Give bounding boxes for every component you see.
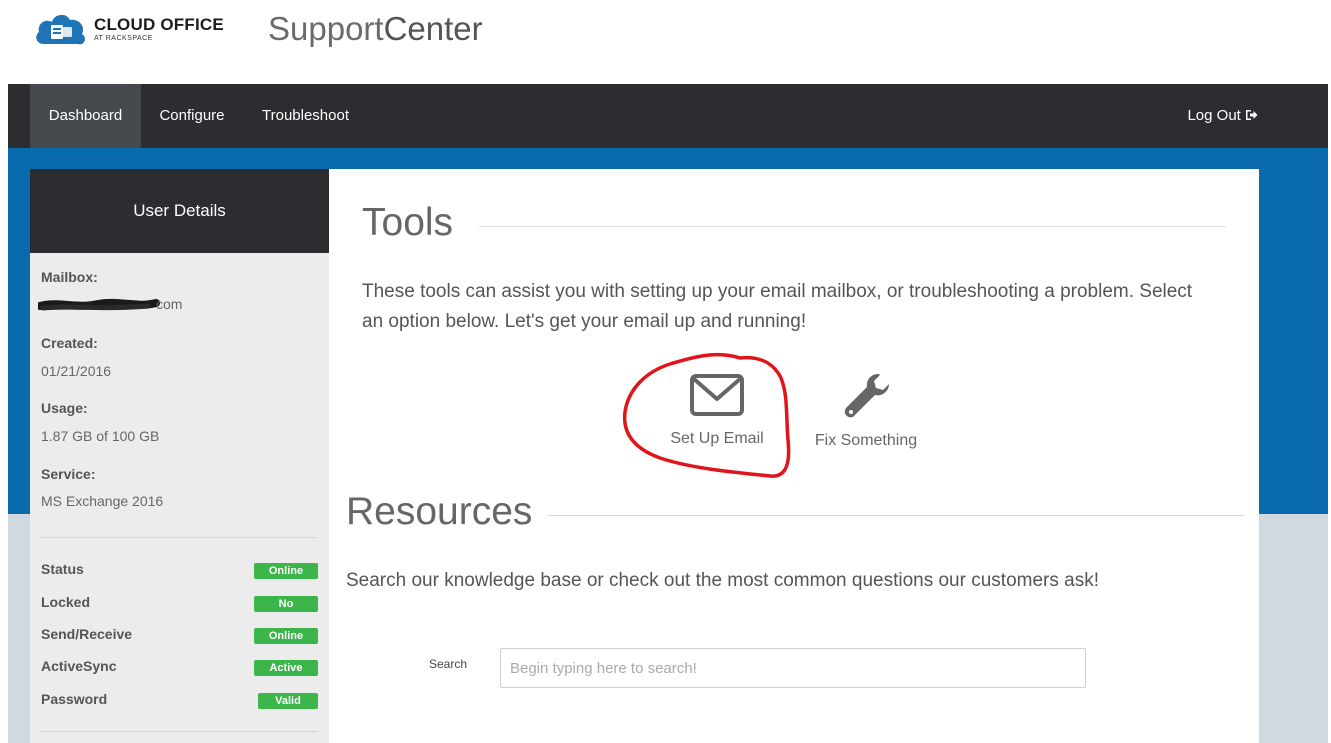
tools-description: These tools can assist you with setting … [362,281,1193,332]
app-title: SupportCenter [268,10,483,48]
brand-logo[interactable]: CLOUD OFFICE AT RACKSPACE [34,6,224,52]
main-content: Tools These tools can assist you with se… [329,169,1259,743]
tools-heading-rule [479,226,1226,227]
app-title-center: Center [383,10,483,47]
mailbox-label: Mailbox: [41,269,98,285]
search-input[interactable] [500,648,1086,688]
nav-configure[interactable]: Configure [145,84,239,148]
set-up-email-tool[interactable]: Set Up Email [657,373,777,448]
status-badge-locked: No [254,596,318,612]
created-label: Created: [41,335,98,351]
service-value: MS Exchange 2016 [41,493,164,509]
nav-troubleshoot[interactable]: Troubleshoot [248,84,363,148]
cloud-logo-icon [34,8,88,50]
logout-icon [1245,107,1258,124]
app-title-support: Support [268,10,384,47]
status-label-status: Status [41,561,84,577]
set-up-email-label: Set Up Email [670,430,764,447]
service-label: Service: [41,466,96,482]
status-label-send-receive: Send/Receive [41,626,133,642]
tools-heading: Tools [362,201,454,244]
nav-dashboard[interactable]: Dashboard [30,84,141,148]
fix-something-label: Fix Something [814,432,918,449]
logo-subtitle: AT RACKSPACE [94,35,153,42]
status-badge-status: Online [254,563,318,579]
created-value: 01/21/2016 [41,363,112,379]
resources-heading: Resources [346,490,533,533]
search-label: Search [429,657,468,671]
user-details-title: User Details [30,169,329,253]
top-navbar: Dashboard Configure Troubleshoot Log Out [8,84,1328,148]
envelope-icon [657,373,777,422]
divider [41,731,318,732]
user-details-panel: User Details Mailbox: com Created: 01/21… [30,169,329,743]
usage-label: Usage: [41,400,88,416]
logo-wordmark: CLOUD OFFICE [94,15,224,34]
wrench-icon [801,371,931,424]
status-label-password: Password [41,691,108,707]
fix-something-tool[interactable]: Fix Something [801,371,931,450]
status-label-activesync: ActiveSync [41,658,117,674]
mailbox-value-redacted: com [36,296,188,313]
resources-description: Search our knowledge base or check out t… [346,570,1099,591]
logout-link[interactable]: Log Out [1187,84,1258,148]
status-badge-send-receive: Online [254,628,318,644]
status-badge-password: Valid [258,693,318,709]
logout-label: Log Out [1187,107,1241,124]
status-badge-activesync: Active [254,660,318,676]
mailbox-value-suffix: com [156,296,183,312]
divider [41,537,318,538]
status-label-locked: Locked [41,594,91,610]
usage-value: 1.87 GB of 100 GB [41,428,160,444]
resources-heading-rule [547,515,1244,516]
